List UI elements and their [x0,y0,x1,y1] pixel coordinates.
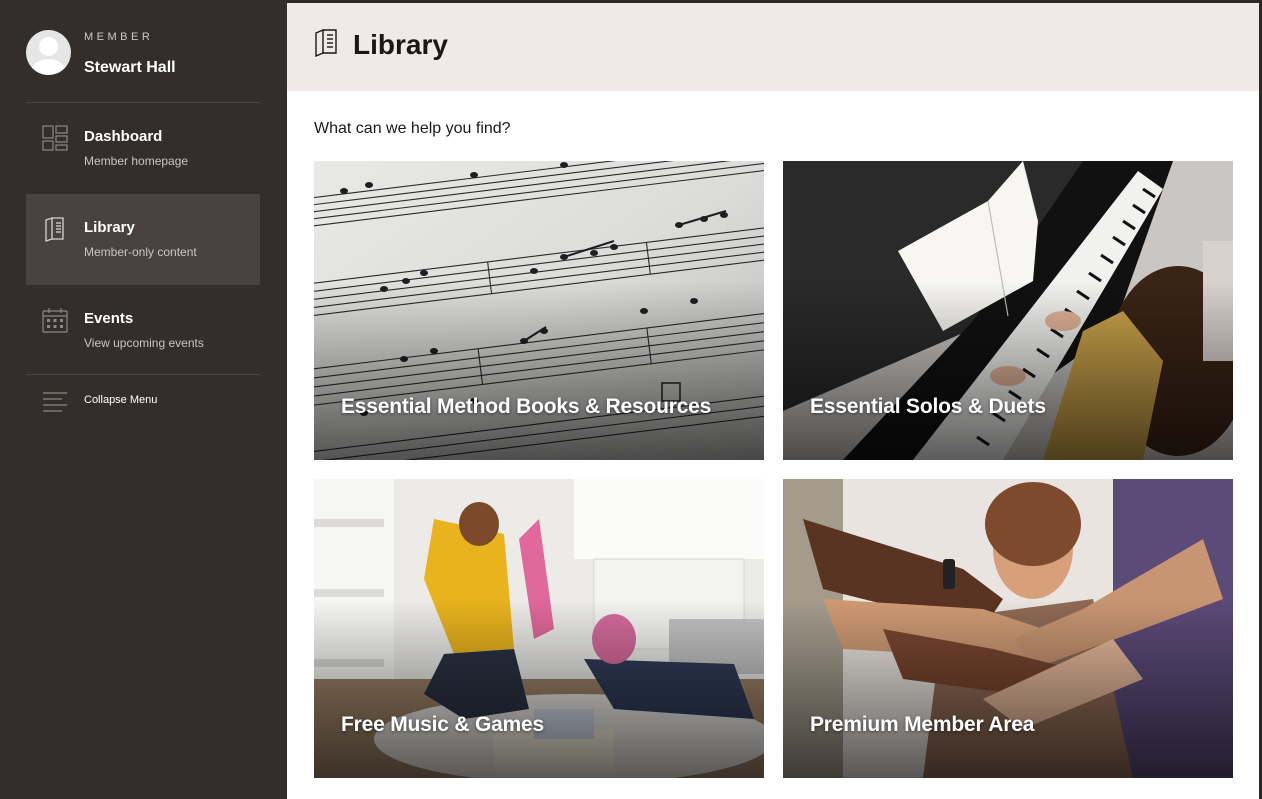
sidebar-item-library[interactable]: Library Member-only content [26,194,260,285]
book-icon [315,29,337,57]
card-shade [783,598,1233,778]
sidebar-divider [26,374,260,375]
sidebar-item-label: Events [84,310,134,327]
page-header: Library [287,3,1259,91]
sidebar-item-subtitle: Member homepage [84,154,189,168]
sidebar-item-events[interactable]: Events View upcoming events [26,285,260,376]
card-title: Free Music & Games [341,713,544,736]
card-method-books[interactable]: Essential Method Books & Resources [314,161,764,460]
card-title: Premium Member Area [810,713,1035,736]
card-solos-duets[interactable]: Essential Solos & Duets [783,161,1233,460]
collapse-menu-button[interactable]: Collapse Menu [26,388,260,416]
member-role-label: MEMBER [84,31,154,43]
sidebar-item-dashboard[interactable]: Dashboard Member homepage [26,103,260,194]
card-shade [783,280,1233,460]
calendar-icon [42,308,68,333]
book-icon [45,217,64,242]
collapse-menu-label: Collapse Menu [84,394,158,406]
card-title: Essential Solos & Duets [810,395,1046,418]
card-shade [314,280,764,460]
card-shade [314,598,764,778]
page-title: Library [353,29,448,60]
member-profile: MEMBER Stewart Hall [26,28,260,103]
sidebar-item-subtitle: View upcoming events [84,336,204,350]
member-name: Stewart Hall [84,59,176,76]
menu-lines-icon [43,392,67,412]
sidebar-item-label: Library [84,219,135,236]
card-premium-member-area[interactable]: Premium Member Area [783,479,1233,778]
sidebar-item-subtitle: Member-only content [84,245,197,259]
avatar-head-shape [39,37,58,56]
avatar-body-shape [31,59,66,75]
help-prompt: What can we help you find? [314,120,511,137]
dashboard-grid-icon [42,125,68,151]
card-free-music-games[interactable]: Free Music & Games [314,479,764,778]
avatar[interactable] [26,30,71,75]
sidebar: MEMBER Stewart Hall Dashboard Member hom… [0,0,287,799]
card-title: Essential Method Books & Resources [341,395,712,418]
sidebar-item-label: Dashboard [84,128,163,145]
